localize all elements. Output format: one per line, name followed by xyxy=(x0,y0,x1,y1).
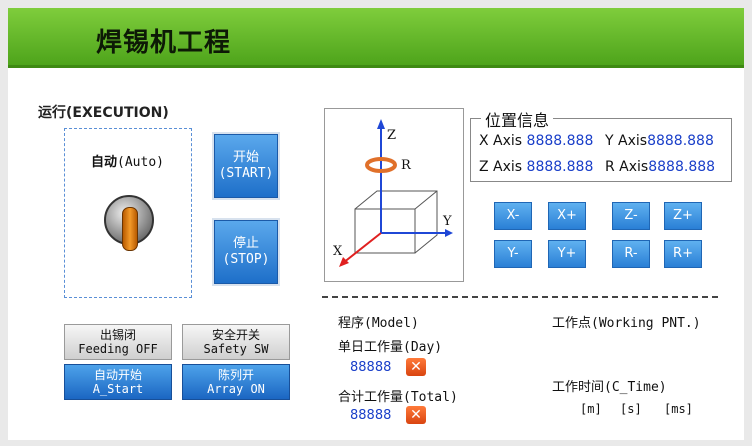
astart-label-cn: 自动开始 xyxy=(93,368,142,382)
x-axis-line xyxy=(342,232,382,264)
auto-toggle-switch[interactable] xyxy=(104,195,154,251)
page-title: 焊锡机工程 xyxy=(96,28,232,58)
jog-y-plus-button[interactable]: Y+ xyxy=(548,240,586,268)
y-axis-readout: Y Axis8888.888 xyxy=(605,133,714,149)
auto-start-button[interactable]: 自动开始 A_Start xyxy=(64,364,172,400)
working-time-label: 工作时间(C_Time) xyxy=(552,380,667,395)
r-axis-readout-value: 8888.888 xyxy=(648,159,716,175)
stop-button[interactable]: 停止 (STOP) xyxy=(214,220,278,284)
axis-diagram: Z R Y X xyxy=(324,108,464,282)
x-axis-label: X xyxy=(333,244,343,259)
z-axis-readout-value: 8888.888 xyxy=(526,159,594,175)
section-divider xyxy=(322,296,718,298)
auto-label-cn: 自动 xyxy=(91,155,118,170)
day-count-value: 88888 xyxy=(350,360,392,375)
total-count-value: 88888 xyxy=(350,408,392,423)
safety-label-cn: 安全开关 xyxy=(211,328,260,342)
feeding-off-button[interactable]: 出锡闭 Feeding OFF xyxy=(64,324,172,360)
axis-diagram-svg: Z R Y X xyxy=(333,119,453,267)
time-unit-milliseconds: [ms] xyxy=(664,402,693,416)
safety-switch-button[interactable]: 安全开关 Safety SW xyxy=(182,324,290,360)
working-point-label: 工作点(Working PNT.) xyxy=(552,316,701,331)
day-reset-close-icon[interactable]: ✕ xyxy=(406,358,426,376)
auto-label: 自动(Auto) xyxy=(91,151,164,170)
total-reset-close-icon[interactable]: ✕ xyxy=(406,406,426,424)
safety-label-en: Safety SW xyxy=(203,342,269,356)
y-axis-arrow xyxy=(445,229,453,237)
jog-x-minus-button[interactable]: X- xyxy=(494,202,532,230)
position-info-box: 位置信息 X Axis 8888.888 Y Axis8888.888 Z Ax… xyxy=(470,107,732,182)
auto-label-en: (Auto) xyxy=(117,155,164,170)
feeding-label-en: Feeding OFF xyxy=(78,342,158,356)
stop-label-en: (STOP) xyxy=(222,252,270,267)
x-axis-readout: X Axis 8888.888 xyxy=(479,133,593,149)
array-label-en: Array ON xyxy=(207,382,265,396)
z-axis-readout-label: Z Axis xyxy=(479,159,523,175)
auto-mode-panel: 自动(Auto) xyxy=(64,128,192,298)
feeding-label-cn: 出锡闭 xyxy=(99,328,136,342)
main-panel: 焊锡机工程 运行(EXECUTION) 自动(Auto) 开始 (START) … xyxy=(8,8,744,440)
astart-label-en: A_Start xyxy=(92,382,144,396)
day-count-label: 单日工作量(Day) xyxy=(338,340,443,355)
position-title: 位置信息 xyxy=(481,107,554,131)
r-axis-readout-label: R Axis xyxy=(605,159,649,175)
z-axis-readout: Z Axis 8888.888 xyxy=(479,159,593,175)
start-button[interactable]: 开始 (START) xyxy=(214,134,278,198)
jog-z-plus-button[interactable]: Z+ xyxy=(664,202,702,230)
jog-z-minus-button[interactable]: Z- xyxy=(612,202,650,230)
model-label: 程序(Model) xyxy=(338,316,419,331)
r-axis-readout: R Axis8888.888 xyxy=(605,159,715,175)
array-on-button[interactable]: 陈列开 Array ON xyxy=(182,364,290,400)
y-axis-readout-label: Y Axis xyxy=(605,133,648,149)
toggle-lever-icon xyxy=(122,207,138,251)
jog-x-plus-button[interactable]: X+ xyxy=(548,202,586,230)
jog-y-minus-button[interactable]: Y- xyxy=(494,240,532,268)
z-axis-arrow xyxy=(377,119,385,129)
x-axis-readout-value: 8888.888 xyxy=(526,133,594,149)
array-label-cn: 陈列开 xyxy=(217,368,254,382)
time-unit-seconds: [s] xyxy=(620,402,642,416)
start-label-cn: 开始 xyxy=(232,150,259,165)
start-label-en: (START) xyxy=(218,166,274,181)
jog-r-plus-button[interactable]: R+ xyxy=(664,240,702,268)
y-axis-readout-value: 8888.888 xyxy=(647,133,714,149)
z-axis-label: Z xyxy=(387,128,396,143)
x-axis-readout-label: X Axis xyxy=(479,133,523,149)
total-count-label: 合计工作量(Total) xyxy=(338,390,458,405)
execution-section-label: 运行(EXECUTION) xyxy=(38,105,169,121)
time-unit-minutes: [m] xyxy=(580,402,602,416)
title-bar: 焊锡机工程 xyxy=(8,8,744,68)
r-axis-label: R xyxy=(401,158,412,173)
y-axis-label: Y xyxy=(442,214,452,229)
stop-label-cn: 停止 xyxy=(232,236,259,251)
jog-r-minus-button[interactable]: R- xyxy=(612,240,650,268)
